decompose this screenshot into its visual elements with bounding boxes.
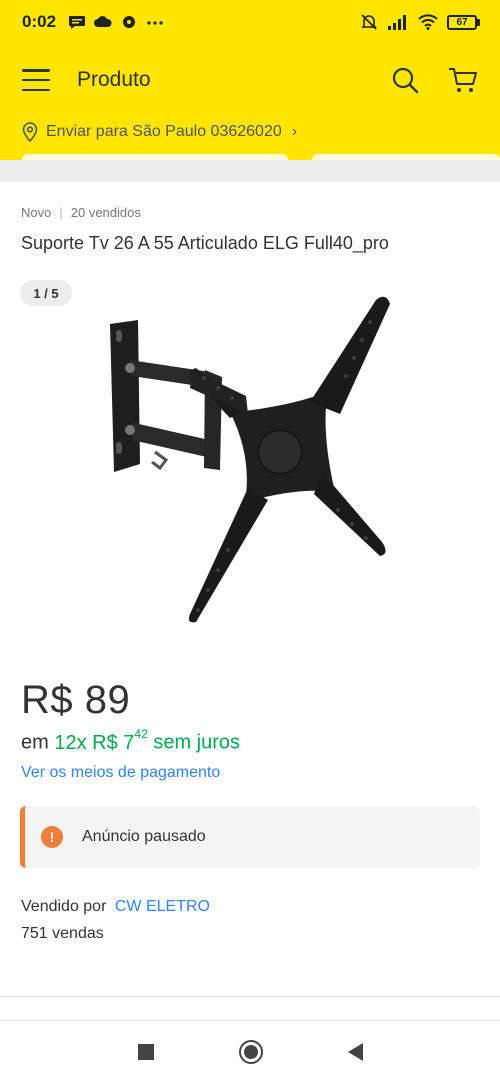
section-divider (0, 996, 500, 997)
signal-icon (388, 15, 406, 30)
location-text: Enviar para São Paulo 03626020 (46, 123, 282, 140)
more-dots-icon (147, 21, 163, 25)
meta-separator: | (59, 205, 63, 220)
message-icon (69, 16, 86, 29)
product-image[interactable] (100, 292, 400, 632)
seller-info: Vendido por CW ELETRO (21, 898, 210, 916)
search-icon[interactable] (390, 65, 420, 95)
mute-alarm-icon (361, 14, 377, 30)
page-title: Produto (77, 68, 151, 91)
battery-level: 67 (447, 14, 477, 30)
installments: em 12x R$ 742 sem juros (21, 727, 241, 755)
cart-icon[interactable] (448, 65, 478, 95)
product-price: R$ 89 (21, 678, 131, 722)
system-nav-bar (0, 1022, 500, 1082)
app-header: Produto Enviar para São Paulo 03626020 › (0, 44, 500, 160)
paused-notice: ! Anúncio pausado (20, 806, 480, 868)
home-icon[interactable] (238, 1040, 263, 1064)
installments-count: 12x R$ 7 (54, 731, 135, 754)
paused-text: Anúncio pausado (82, 828, 206, 845)
status-bar: 0:02 67 (0, 0, 500, 44)
product-sold-count: 20 vendidos (70, 205, 141, 220)
nav-divider (0, 1020, 500, 1021)
status-time: 0:02 (22, 12, 57, 31)
battery-icon: 67 (447, 14, 480, 30)
installments-cents: 42 (134, 727, 148, 741)
seller-name-link[interactable]: CW ELETRO (115, 898, 210, 915)
payment-methods-link[interactable]: Ver os meios de pagamento (21, 764, 220, 782)
installments-prefix: em (21, 731, 49, 754)
wifi-icon (418, 14, 438, 30)
separator-strip (0, 160, 500, 182)
cloud-icon (94, 16, 112, 27)
alert-icon: ! (41, 826, 63, 848)
soccer-ball-icon (123, 16, 136, 28)
installments-suffix: sem juros (153, 731, 241, 754)
seller-label: Vendido por (21, 898, 107, 915)
back-icon[interactable] (347, 1043, 363, 1061)
image-counter: 1 / 5 (20, 280, 72, 306)
seller-sales: 751 vendas (21, 925, 104, 942)
location-pin-icon (22, 122, 38, 142)
product-meta: Novo | 20 vendidos (21, 205, 141, 220)
shipping-location[interactable]: Enviar para São Paulo 03626020 › (22, 120, 297, 144)
chevron-right-icon: › (291, 123, 298, 140)
product-title: Suporte Tv 26 A 55 Articulado ELG Full40… (21, 233, 389, 253)
product-condition: Novo (21, 205, 52, 220)
installments-amount: 12x R$ 742 (54, 727, 147, 754)
recent-apps-icon[interactable] (137, 1044, 154, 1060)
menu-icon[interactable] (22, 69, 50, 91)
